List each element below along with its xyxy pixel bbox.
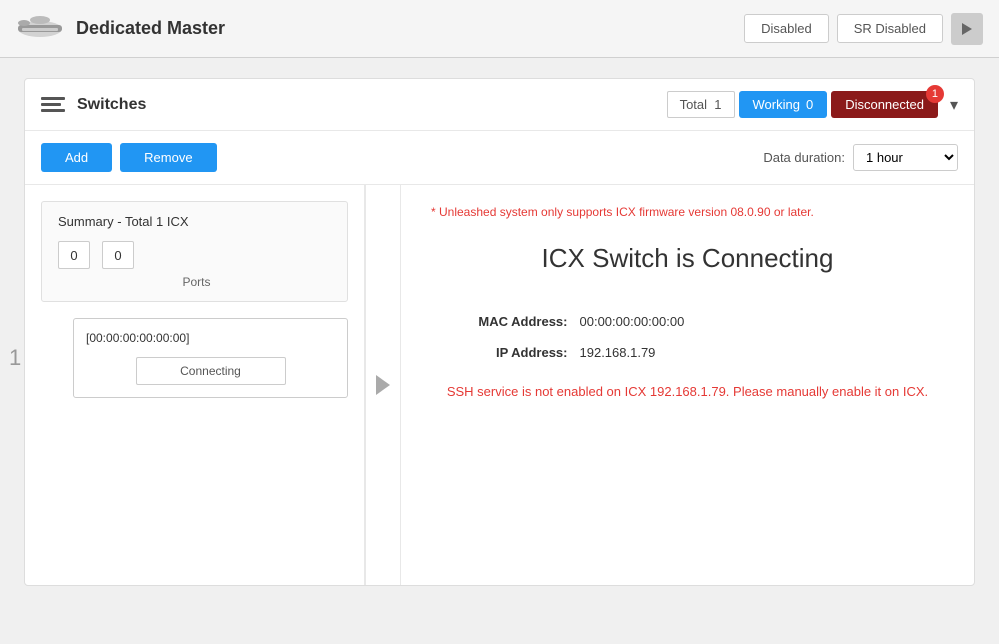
disconnected-label: Disconnected [845, 97, 924, 112]
page-title: Dedicated Master [76, 18, 225, 39]
toolbar-row: Add Remove Data duration: 1 hour 6 hours… [25, 131, 974, 185]
router-icon [16, 15, 64, 43]
sr-disabled-button[interactable]: SR Disabled [837, 14, 943, 43]
mac-value: 00:00:00:00:00:00 [580, 314, 685, 329]
summary-subtitle: - Total 1 ICX [117, 214, 188, 229]
top-bar-right: Disabled SR Disabled [744, 13, 983, 45]
working-button[interactable]: Working 0 [739, 91, 828, 118]
right-panel: * Unleashed system only supports ICX fir… [401, 185, 974, 585]
data-duration-select[interactable]: 1 hour 6 hours 24 hours [853, 144, 958, 171]
disconnected-button[interactable]: Disconnected 1 [831, 91, 938, 118]
port-box-2: 0 [102, 241, 134, 269]
remove-button[interactable]: Remove [120, 143, 216, 172]
switches-title: Switches [77, 96, 655, 114]
working-count: 0 [806, 97, 813, 112]
working-label: Working [753, 97, 800, 112]
ip-value: 192.168.1.79 [580, 345, 656, 360]
total-count: 1 [714, 97, 721, 112]
disabled-button[interactable]: Disabled [744, 14, 829, 43]
switch-number: 1 [9, 345, 21, 371]
dropdown-arrow-icon[interactable]: ▾ [950, 95, 958, 115]
info-table: MAC Address: 00:00:00:00:00:00 IP Addres… [448, 314, 928, 360]
disconnected-badge: 1 [926, 85, 944, 103]
switch-item: [00:00:00:00:00:00] Connecting [73, 318, 348, 398]
left-panel: Summary - Total 1 ICX 0 0 Ports 1 [00:00… [25, 185, 365, 585]
mac-label: MAC Address: [448, 314, 568, 329]
ports-label: Ports [62, 275, 331, 289]
top-bar: Dedicated Master Disabled SR Disabled [0, 0, 999, 58]
summary-title: Summary - Total 1 ICX [58, 214, 331, 229]
warning-text: * Unleashed system only supports ICX fir… [431, 205, 944, 219]
connecting-title: ICX Switch is Connecting [431, 243, 944, 274]
switch-mac: [00:00:00:00:00:00] [86, 331, 335, 345]
ip-label: IP Address: [448, 345, 568, 360]
ports-row: 0 0 [58, 241, 331, 269]
arrow-divider [365, 185, 401, 585]
ip-row: IP Address: 192.168.1.79 [448, 345, 928, 360]
main-content: Switches Total 1 Working 0 Disconnected … [0, 58, 999, 644]
switch-item-wrapper: 1 [00:00:00:00:00:00] Connecting [41, 318, 348, 398]
split-layout: Summary - Total 1 ICX 0 0 Ports 1 [00:00… [25, 185, 974, 585]
ssh-warning: SSH service is not enabled on ICX 192.16… [431, 384, 944, 399]
data-duration-row: Data duration: 1 hour 6 hours 24 hours [763, 144, 958, 171]
data-duration-label: Data duration: [763, 150, 845, 165]
play-button[interactable] [951, 13, 983, 45]
summary-label: Summary [58, 214, 114, 229]
mac-row: MAC Address: 00:00:00:00:00:00 [448, 314, 928, 329]
summary-box: Summary - Total 1 ICX 0 0 Ports [41, 201, 348, 302]
switches-icon [41, 97, 65, 112]
switches-panel: Switches Total 1 Working 0 Disconnected … [24, 78, 975, 586]
switches-header: Switches Total 1 Working 0 Disconnected … [25, 79, 974, 131]
arrow-right-icon [376, 375, 390, 395]
header-stats: Total 1 Working 0 Disconnected 1 ▾ [667, 91, 958, 118]
play-icon [962, 23, 972, 35]
top-bar-left: Dedicated Master [16, 15, 225, 43]
add-button[interactable]: Add [41, 143, 112, 172]
port-box-1: 0 [58, 241, 90, 269]
total-box: Total 1 [667, 91, 735, 118]
toolbar-left: Add Remove [41, 143, 217, 172]
connecting-button[interactable]: Connecting [136, 357, 286, 385]
total-label: Total [680, 97, 707, 112]
